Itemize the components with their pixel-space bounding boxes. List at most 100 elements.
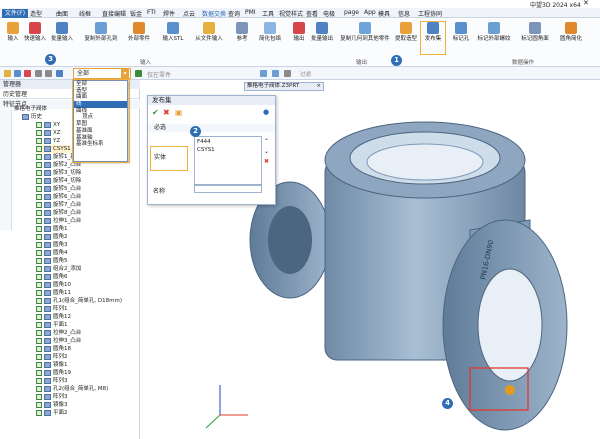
menu-tab-tools[interactable]: 工具 (262, 9, 274, 18)
visibility-checkbox[interactable] (36, 121, 42, 128)
visibility-checkbox[interactable] (36, 137, 42, 144)
tree-item[interactable]: 旋转7_凸台 (36, 201, 81, 209)
visibility-checkbox[interactable] (36, 145, 42, 152)
export-button[interactable]: 输出 (290, 22, 308, 43)
fillet-simplify-button[interactable]: 圆角简化 (556, 22, 586, 43)
mark-thread-button[interactable]: 标记外部螺纹 (474, 22, 514, 43)
menu-tab-weld[interactable]: 焊件 (163, 9, 175, 18)
entity-item[interactable]: CSYS1 (195, 147, 261, 153)
menu-tab-fti[interactable]: FTI (147, 9, 156, 16)
tree-item[interactable]: 圆角4 (36, 249, 68, 257)
visibility-checkbox[interactable] (36, 257, 42, 264)
menu-tab-data-exchange[interactable]: 数据交换 (202, 9, 226, 18)
menu-tab-collab[interactable]: 工程协同 (418, 9, 442, 18)
batch-import-button[interactable]: 批量输入 (48, 22, 76, 43)
close-icon[interactable]: ✕ (583, 0, 589, 7)
help-icon[interactable]: ● (263, 108, 269, 116)
visibility-checkbox[interactable] (36, 201, 42, 208)
tree-item[interactable]: 历史 (22, 113, 42, 121)
tree-item[interactable]: CSYS1 (36, 145, 71, 153)
tree-item[interactable]: 组合2_添加 (36, 265, 81, 273)
import-stl-button[interactable]: 输入STL (156, 22, 190, 43)
menu-tab-pmi[interactable]: PMI (245, 9, 256, 16)
menu-tab-direct-edit[interactable]: 直接编辑 (102, 9, 126, 18)
visibility-checkbox[interactable] (36, 305, 42, 312)
menu-tab-visual[interactable]: 视觉样式 (279, 9, 303, 18)
document-tab[interactable]: 推格电子阀体.Z3PRT × (244, 82, 324, 91)
undo-icon[interactable] (35, 70, 42, 77)
visibility-checkbox[interactable] (36, 129, 42, 136)
close-tab-icon[interactable]: × (316, 83, 321, 90)
visibility-checkbox[interactable] (36, 289, 42, 296)
tree-item[interactable]: 拉伸1_凸台 (36, 217, 81, 225)
visibility-checkbox[interactable] (36, 281, 42, 288)
tree-item[interactable]: 旋转6_凸台 (36, 193, 81, 201)
open-icon[interactable] (14, 70, 21, 77)
menu-tab-query[interactable]: 查询 (228, 9, 240, 18)
tree-item[interactable]: 孔1(组合_简单孔, D18mm) (36, 297, 122, 305)
visibility-checkbox[interactable] (36, 185, 42, 192)
filter-select[interactable]: 全部 ▾ (73, 68, 131, 79)
visibility-checkbox[interactable] (36, 337, 42, 344)
visibility-checkbox[interactable] (36, 401, 42, 408)
tree-item[interactable]: 圆角11 (36, 289, 71, 297)
copy-external-hole-button[interactable]: 复制外部孔到 (80, 22, 122, 43)
menu-tab-surface[interactable]: 曲面 (56, 9, 68, 18)
visibility-checkbox[interactable] (36, 353, 42, 360)
visibility-checkbox[interactable] (36, 385, 42, 392)
delete-icon[interactable]: ✖ (264, 158, 269, 165)
menu-tab-info[interactable]: 信息 (398, 9, 410, 18)
menu-tab-sheetmetal[interactable]: 钣金 (130, 9, 142, 18)
select-icon[interactable] (56, 70, 63, 77)
filter-apply-icon[interactable] (135, 70, 142, 77)
menu-tab-mold[interactable]: 模具 (378, 9, 390, 18)
view-icon[interactable] (260, 70, 267, 77)
render-icon[interactable] (272, 70, 279, 77)
visibility-checkbox[interactable] (36, 321, 42, 328)
extract-shape-button[interactable]: 提取造型 (394, 22, 418, 43)
tree-item[interactable]: 圆角2 (36, 233, 68, 241)
tree-item[interactable]: 阵列3 (36, 393, 68, 401)
visibility-checkbox[interactable] (36, 233, 42, 240)
visibility-checkbox[interactable] (36, 393, 42, 400)
visibility-checkbox[interactable] (36, 409, 42, 416)
tree-item[interactable]: 旋转8_凸台 (36, 209, 81, 217)
move-up-icon[interactable]: ⌃ (264, 138, 269, 145)
part-scope-input[interactable]: 仅在零件 (147, 70, 171, 79)
visibility-checkbox[interactable] (36, 297, 42, 304)
ok-icon[interactable]: ✔ (152, 108, 159, 117)
publish-set-button[interactable]: 发布集 (420, 21, 446, 55)
cancel-icon[interactable]: ✖ (163, 108, 170, 117)
tree-root[interactable]: 推格电子阀体 (14, 105, 47, 113)
visibility-checkbox[interactable] (36, 273, 42, 280)
tree-item[interactable]: 圆角6 (36, 273, 68, 281)
visibility-checkbox[interactable] (36, 249, 42, 256)
new-icon[interactable] (4, 70, 11, 77)
visibility-checkbox[interactable] (36, 177, 42, 184)
tree-item[interactable]: 圆角5 (36, 257, 68, 265)
tree-item[interactable]: 圆角18 (36, 345, 71, 353)
tree-item[interactable]: 圆角1 (36, 225, 68, 233)
apply-icon[interactable]: ▣ (175, 108, 183, 117)
selected-hole[interactable] (505, 385, 515, 395)
mark-fillet-button[interactable]: 标记圆角面 (516, 22, 554, 43)
file-menu-button[interactable]: 文件(F) (2, 9, 28, 18)
reference-button[interactable]: 参考 (232, 22, 252, 43)
tree-item[interactable]: 旋转5_凸台 (36, 185, 81, 193)
visibility-checkbox[interactable] (36, 369, 42, 376)
tree-item[interactable]: 平面1 (36, 321, 68, 329)
visibility-checkbox[interactable] (36, 241, 42, 248)
tree-item[interactable]: 拉伸3_凸台 (36, 337, 81, 345)
tree-item[interactable]: 圆角12 (36, 313, 71, 321)
tree-item[interactable]: 镜像3 (36, 401, 68, 409)
menu-tab-app[interactable]: App (364, 9, 376, 16)
tree-item[interactable]: 孔2(组合_简单孔, M8) (36, 385, 108, 393)
tree-item[interactable]: 阵列2 (36, 353, 68, 361)
tree-item[interactable]: 旋转3_切除 (36, 169, 81, 177)
entity-list[interactable]: F444 CSYS1 (194, 136, 262, 186)
tree-item[interactable]: 圆角19 (36, 369, 71, 377)
menu-tab-modeling[interactable]: 造型 (30, 9, 42, 18)
visibility-checkbox[interactable] (36, 193, 42, 200)
tree-item[interactable]: XZ (36, 129, 61, 137)
import-button[interactable]: 输入 (4, 22, 22, 43)
